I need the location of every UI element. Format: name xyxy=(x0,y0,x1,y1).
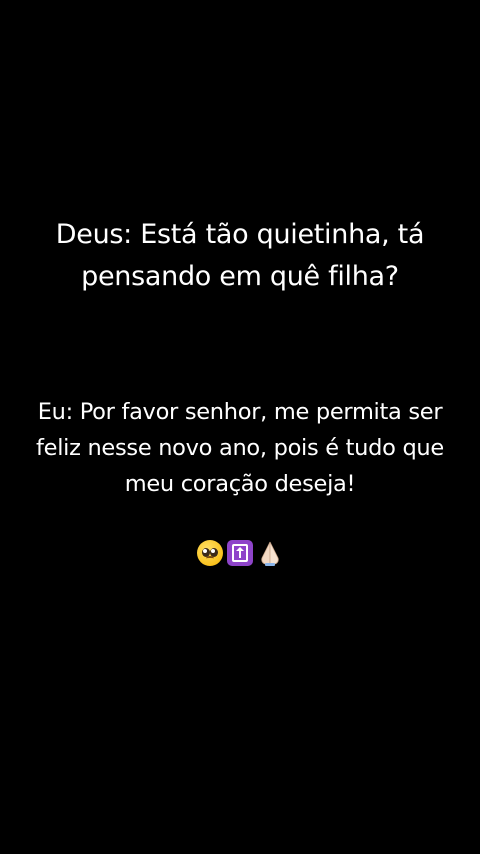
emoji-row xyxy=(0,540,480,566)
folded-hands-icon xyxy=(257,540,283,566)
deus-message: Deus: Está tão quietinha, tá pensando em… xyxy=(55,219,425,292)
eu-message: Eu: Por favor senhor, me permita ser fel… xyxy=(36,399,444,497)
pleading-face-icon xyxy=(197,540,223,566)
elevator-icon xyxy=(227,540,253,566)
story-screen: Deus: Está tão quietinha, tá pensando em… xyxy=(0,0,480,854)
